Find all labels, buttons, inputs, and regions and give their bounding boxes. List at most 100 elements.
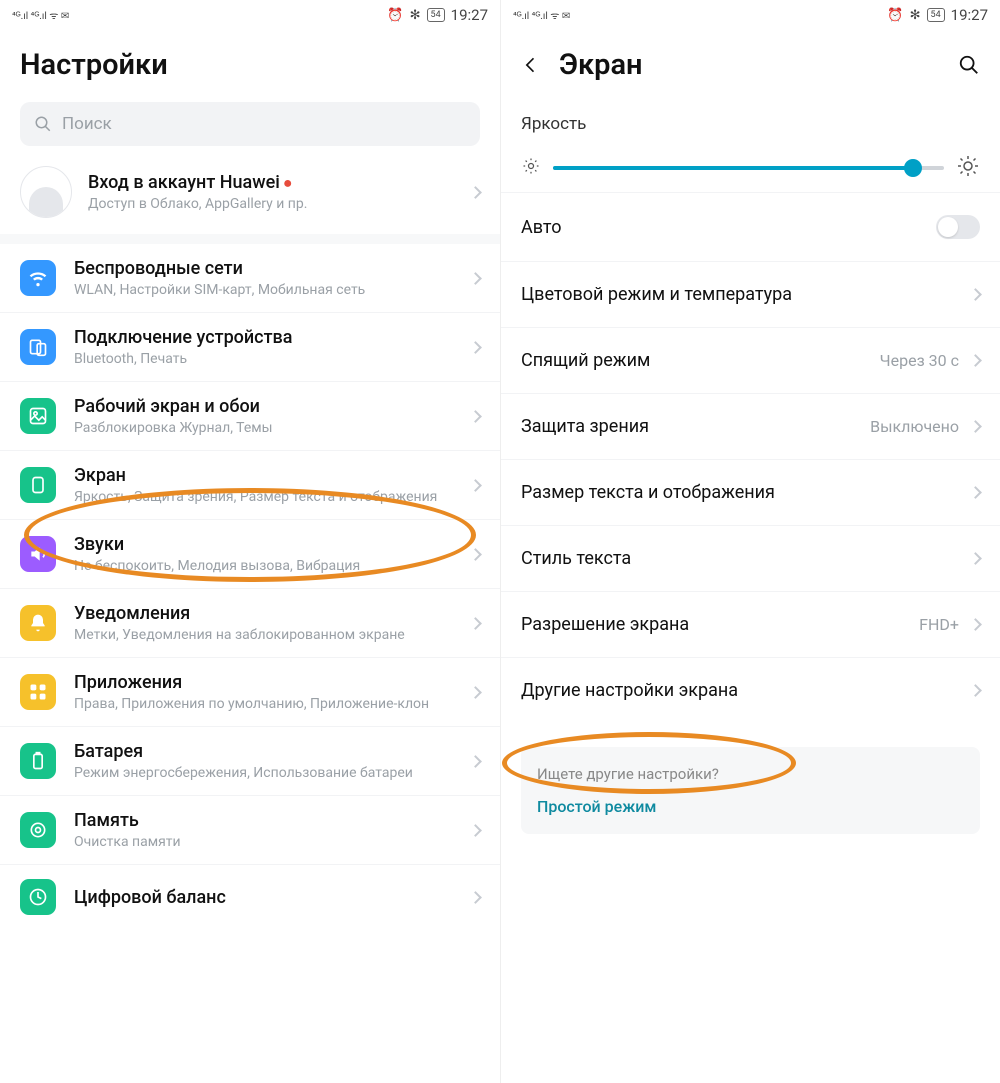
row-eye-comfort[interactable]: Защита зрения Выключено [501,394,1000,460]
row-subtitle: Права, Приложения по умолчанию, Приложен… [74,696,453,712]
balance-icon [20,879,56,915]
chevron-right-icon [969,288,982,301]
row-text-size[interactable]: Размер текста и отображения [501,460,1000,526]
bell-icon [20,605,56,641]
row-title: Память [74,810,453,831]
chevron-right-icon [469,755,482,768]
row-title: Разрешение экрана [521,614,907,635]
chevron-right-icon [969,354,982,367]
chevron-right-icon [469,891,482,904]
page-header: Экран [501,30,1000,96]
chevron-right-icon [969,420,982,433]
search-button[interactable] [958,54,980,76]
row-title: Подключение устройства [74,327,453,348]
footer-question: Ищете другие настройки? [537,765,964,783]
alarm-icon: ⏰ [387,8,403,23]
row-title: Рабочий экран и обои [74,396,453,417]
chevron-right-icon [469,617,482,630]
row-title: Размер текста и отображения [521,482,959,503]
chevron-right-icon [969,684,982,697]
search-input[interactable]: Поиск [20,102,480,146]
status-bar: ⁴ᴳ.ıl ⁴ᴳ.ıl ᯤ ✉ ⏰ ✻ 54 19:27 [0,0,500,30]
chevron-right-icon [469,186,482,199]
avatar [20,166,72,218]
row-text-style[interactable]: Стиль текста [501,526,1000,592]
chevron-right-icon [469,479,482,492]
related-settings-box: Ищете другие настройки? Простой режим [521,747,980,834]
battery-icon [20,743,56,779]
row-title: Спящий режим [521,350,868,371]
row-title: Приложения [74,672,453,693]
sun-low-icon [521,156,541,180]
row-title: Защита зрения [521,416,858,437]
row-title: Батарея [74,741,453,762]
signal-icons: ⁴ᴳ.ıl ⁴ᴳ.ıl ᯤ ✉ [12,8,69,22]
auto-brightness-toggle[interactable] [936,215,980,239]
account-subtitle: Доступ в Облако, AppGallery и пр. [88,196,455,212]
row-apps[interactable]: Приложения Права, Приложения по умолчани… [0,658,500,727]
row-sounds[interactable]: Звуки Не беспокоить, Мелодия вызова, Виб… [0,520,500,589]
row-subtitle: Очистка памяти [74,834,453,850]
row-memory[interactable]: Память Очистка памяти [0,796,500,865]
chevron-right-icon [469,824,482,837]
clock: 19:27 [451,6,488,24]
settings-screen: ⁴ᴳ.ıl ⁴ᴳ.ıl ᯤ ✉ ⏰ ✻ 54 19:27 Настройки П… [0,0,500,1083]
brightness-slider-row [501,140,1000,192]
row-subtitle: Bluetooth, Печать [74,351,453,367]
row-subtitle: Режим энергосбережения, Использование ба… [74,765,453,781]
battery-indicator: 54 [427,8,445,22]
row-home-wallpaper[interactable]: Рабочий экран и обои Разблокировка Журна… [0,382,500,451]
row-device-connection[interactable]: Подключение устройства Bluetooth, Печать [0,313,500,382]
row-subtitle: Разблокировка Журнал, Темы [74,420,453,436]
battery-indicator: 54 [927,8,945,22]
chevron-right-icon [469,341,482,354]
row-subtitle: Не беспокоить, Мелодия вызова, Вибрация [74,558,453,574]
row-wireless[interactable]: Беспроводные сети WLAN, Настройки SIM-ка… [0,244,500,313]
device-icon [20,329,56,365]
page-header: Настройки [0,30,500,96]
row-subtitle: Яркость, Защита зрения, Размер текста и … [74,489,453,505]
row-notifications[interactable]: Уведомления Метки, Уведомления на заблок… [0,589,500,658]
chevron-right-icon [969,552,982,565]
row-sleep[interactable]: Спящий режим Через 30 с [501,328,1000,394]
back-button[interactable] [521,55,541,75]
row-title: Стиль текста [521,548,959,569]
row-value: Через 30 с [880,351,959,370]
row-title: Цифровой баланс [74,887,453,908]
status-bar: ⁴ᴳ.ıl ⁴ᴳ.ıl ᯤ ✉ ⏰ ✻ 54 19:27 [501,0,1000,30]
row-subtitle: WLAN, Настройки SIM-карт, Мобильная сеть [74,282,453,298]
brightness-slider[interactable] [553,166,944,170]
huawei-account-row[interactable]: Вход в аккаунт Huawei● Доступ в Облако, … [0,156,500,234]
auto-brightness-row: Авто [501,192,1000,262]
row-resolution[interactable]: Разрешение экрана FHD+ [501,592,1000,658]
row-color-mode[interactable]: Цветовой режим и температура [501,262,1000,328]
memory-icon [20,812,56,848]
sun-high-icon [956,154,980,182]
sound-icon [20,536,56,572]
row-title: Беспроводные сети [74,258,453,279]
row-display[interactable]: Экран Яркость, Защита зрения, Размер тек… [0,451,500,520]
signal-icons: ⁴ᴳ.ıl ⁴ᴳ.ıl ᯤ ✉ [513,8,570,22]
chevron-right-icon [969,618,982,631]
row-value: FHD+ [919,615,959,634]
clock: 19:27 [951,6,988,24]
simple-mode-link[interactable]: Простой режим [537,797,964,816]
row-title: Экран [74,465,453,486]
row-subtitle: Метки, Уведомления на заблокированном эк… [74,627,453,643]
chevron-right-icon [969,486,982,499]
wallpaper-icon [20,398,56,434]
alarm-icon: ⏰ [887,8,903,23]
page-title: Настройки [20,48,168,82]
row-title: Звуки [74,534,453,555]
page-title: Экран [559,48,643,82]
search-placeholder: Поиск [62,114,112,134]
row-value: Выключено [870,417,959,436]
display-screen: ⁴ᴳ.ıl ⁴ᴳ.ıl ᯤ ✉ ⏰ ✻ 54 19:27 Экран Яркос… [500,0,1000,1083]
row-digital-balance[interactable]: Цифровой баланс [0,865,500,929]
brightness-section-title: Яркость [501,96,1000,140]
apps-icon [20,674,56,710]
row-more-display-settings[interactable]: Другие настройки экрана [501,658,1000,723]
row-battery[interactable]: Батарея Режим энергосбережения, Использо… [0,727,500,796]
account-title: Вход в аккаунт Huawei● [88,172,455,193]
chevron-right-icon [469,410,482,423]
